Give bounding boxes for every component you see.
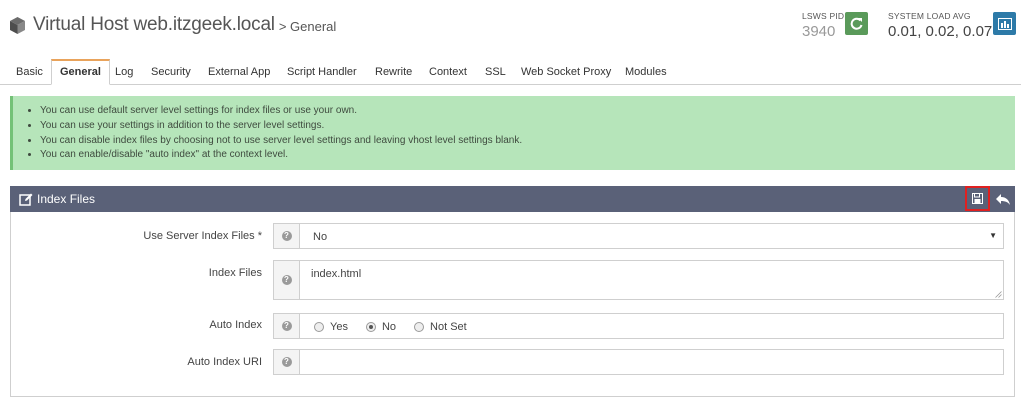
tab-external-app[interactable]: External App <box>202 59 276 85</box>
save-icon <box>972 193 983 204</box>
info-item: You can disable index files by choosing … <box>40 134 522 149</box>
help-icon: ? <box>281 321 292 331</box>
auto-index-radio-group: Yes No Not Set <box>314 321 485 333</box>
info-item: You can use your settings in addition to… <box>40 119 522 134</box>
help-button[interactable]: ? <box>273 260 300 300</box>
chevron-down-icon: ▼ <box>989 231 997 240</box>
tab-rewrite[interactable]: Rewrite <box>369 59 418 85</box>
cube-icon <box>10 16 25 34</box>
page-header: Virtual Host web.itzgeek.local > General… <box>0 0 1024 58</box>
tab-modules[interactable]: Modules <box>619 59 673 85</box>
tab-basic[interactable]: Basic <box>10 59 49 85</box>
auto-index-uri-input[interactable] <box>299 349 1004 375</box>
index-files-value: index.html <box>311 268 362 280</box>
info-item: You can enable/disable "auto index" at t… <box>40 148 522 163</box>
use-server-index-label: Use Server Index Files * <box>143 230 262 242</box>
tab-ssl[interactable]: SSL <box>479 59 512 85</box>
real-time-stats-button[interactable] <box>993 12 1016 35</box>
radio-not-set[interactable] <box>414 322 425 332</box>
restart-button[interactable] <box>845 12 868 35</box>
panel-title: Index Files <box>37 192 96 206</box>
pid-block: LSWS PID 3940 <box>802 11 844 40</box>
help-icon: ? <box>281 231 292 241</box>
use-server-index-select[interactable]: No ▼ <box>299 223 1004 249</box>
save-button[interactable] <box>965 186 990 211</box>
use-server-index-value: No <box>313 231 328 243</box>
auto-index-uri-label: Auto Index URI <box>187 356 262 368</box>
tab-web-socket-proxy[interactable]: Web Socket Proxy <box>515 59 617 85</box>
tab-bar: Basic General Log Security External App … <box>0 59 1021 85</box>
radio-yes[interactable] <box>314 322 324 332</box>
pid-label: LSWS PID <box>802 11 845 21</box>
tab-script-handler[interactable]: Script Handler <box>281 59 363 85</box>
tab-security[interactable]: Security <box>145 59 197 85</box>
index-files-textarea[interactable]: index.html <box>299 260 1004 300</box>
help-button[interactable]: ? <box>273 349 300 375</box>
radio-no[interactable] <box>365 322 376 332</box>
resize-grip-icon[interactable] <box>995 291 1002 298</box>
refresh-icon <box>850 17 863 30</box>
load-value: 0.01, 0.02, 0.07 <box>888 23 993 40</box>
breadcrumb: > General <box>278 18 337 34</box>
info-list: You can use default server level setting… <box>40 104 522 163</box>
pid-value: 3940 <box>802 23 836 40</box>
help-icon: ? <box>281 357 292 367</box>
index-files-panel: Index Files Use Server Index Files * ? N… <box>10 186 1015 397</box>
page-title: Virtual Host web.itzgeek.local <box>33 14 275 35</box>
tab-context[interactable]: Context <box>423 59 473 85</box>
edit-icon <box>19 193 33 206</box>
tab-log[interactable]: Log <box>109 59 139 85</box>
back-icon[interactable] <box>995 191 1011 207</box>
radio-no-label[interactable]: No <box>382 321 396 333</box>
auto-index-field: Yes No Not Set <box>299 313 1004 339</box>
panel-header: Index Files <box>10 186 1015 212</box>
tab-general[interactable]: General <box>51 59 110 85</box>
load-label: SYSTEM LOAD AVG <box>888 11 971 21</box>
radio-not-set-label[interactable]: Not Set <box>430 321 467 333</box>
bar-chart-icon <box>997 17 1012 30</box>
load-block: SYSTEM LOAD AVG 0.01, 0.02, 0.07 <box>888 11 992 40</box>
help-button[interactable]: ? <box>273 223 300 249</box>
help-icon: ? <box>281 275 292 285</box>
page-title-group: Virtual Host web.itzgeek.local > General <box>9 14 336 36</box>
help-button[interactable]: ? <box>273 313 300 339</box>
auto-index-label: Auto Index <box>209 319 262 331</box>
radio-yes-label[interactable]: Yes <box>330 321 348 333</box>
index-files-label: Index Files <box>208 267 262 279</box>
info-item: You can use default server level setting… <box>40 104 522 119</box>
info-alert: You can use default server level setting… <box>10 96 1015 170</box>
